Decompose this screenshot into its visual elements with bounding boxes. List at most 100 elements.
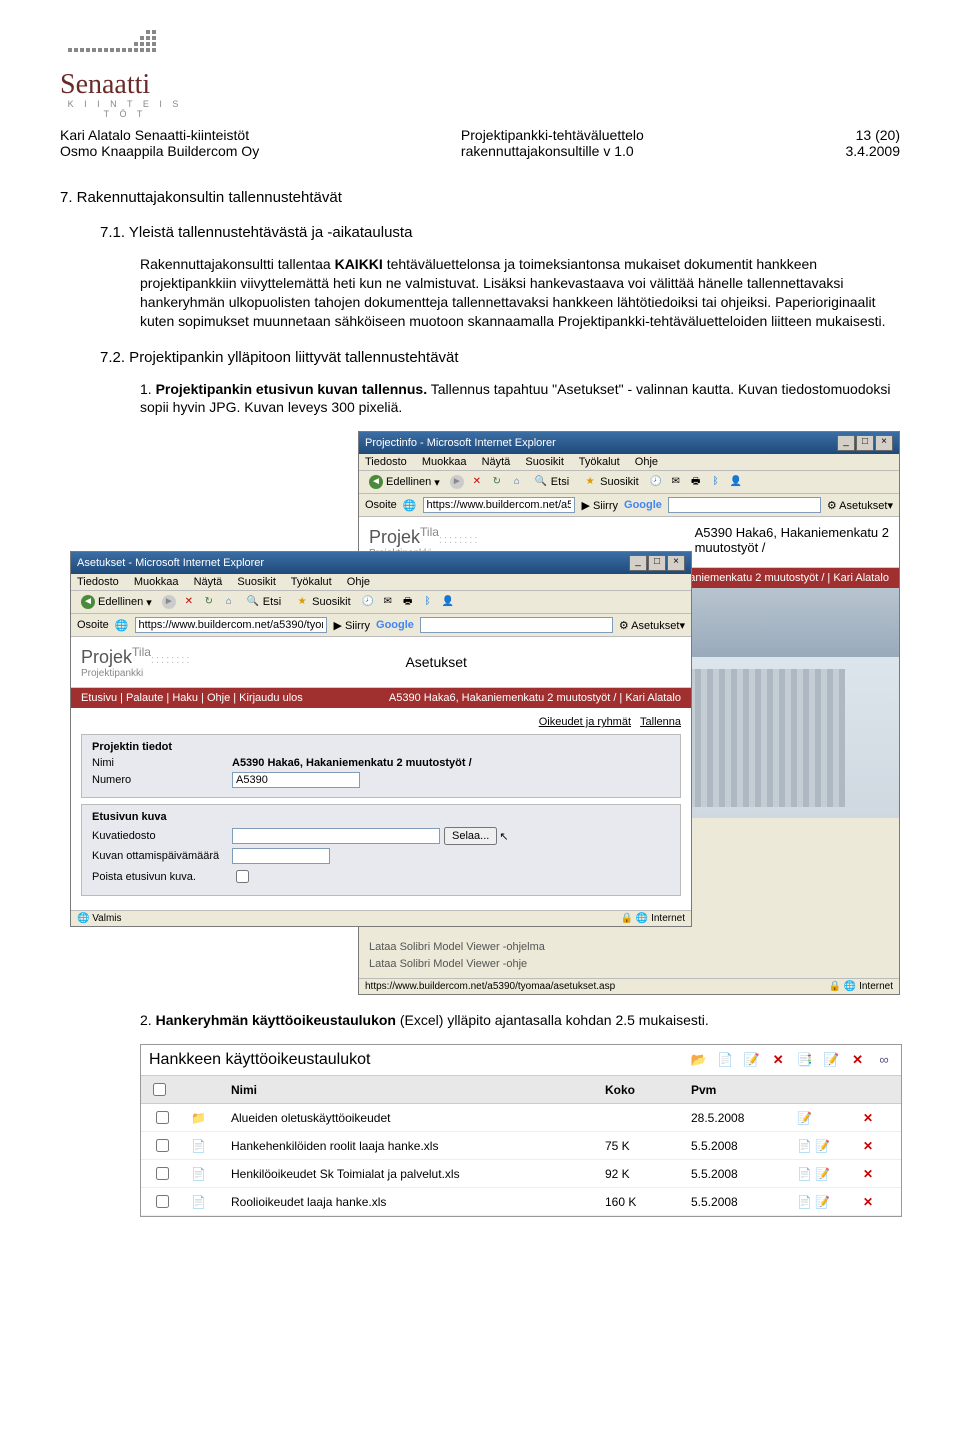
url-input[interactable] [135, 617, 328, 633]
minimize-icon[interactable]: _ [837, 435, 855, 451]
delete-row-icon[interactable]: ✕ [863, 1139, 873, 1153]
menu-edit[interactable]: Muokkaa [422, 456, 467, 468]
new-doc-icon[interactable]: 📄 [716, 1051, 734, 1069]
section-7-title: 7. Rakennuttajakonsultin tallennustehtäv… [60, 189, 900, 206]
file-name[interactable]: Henkilöoikeudet Sk Toimialat ja palvelut… [223, 1160, 597, 1188]
forward-icon[interactable]: ► [162, 595, 176, 609]
menu-tools[interactable]: Työkalut [579, 456, 620, 468]
file-name[interactable]: Alueiden oletuskäyttöoikeudet [223, 1104, 597, 1132]
nav-links[interactable]: Etusivu | Palaute | Haku | Ohje | Kirjau… [81, 692, 303, 704]
ie-page-icon: 🌐 [403, 499, 417, 512]
chk-poista[interactable] [236, 870, 249, 883]
edit-row-icon[interactable]: 📝 [815, 1139, 830, 1153]
menu-fav[interactable]: Suosikit [237, 576, 276, 588]
back-button[interactable]: ◄Edellinen ▾ [77, 594, 156, 610]
go-button[interactable]: ▶ Siirry [581, 499, 618, 512]
menu-tools[interactable]: Työkalut [291, 576, 332, 588]
maximize-icon[interactable]: □ [648, 555, 666, 571]
search-icon: 🔍 [246, 595, 260, 609]
google-input[interactable] [668, 497, 821, 513]
page-title: Asetukset [405, 654, 466, 670]
edit-icon[interactable]: 📝 [743, 1051, 761, 1069]
go-button[interactable]: ▶ Siirry [333, 619, 370, 632]
link-icon[interactable]: ∞ [875, 1051, 893, 1069]
project-sub: muutostyöt / [695, 540, 889, 555]
forward-icon[interactable]: ► [450, 475, 464, 489]
edit-row-icon[interactable]: 📝 [797, 1111, 812, 1125]
search-button[interactable]: 🔍Etsi [242, 594, 285, 610]
settings-dropdown[interactable]: ⚙ Asetukset▾ [827, 499, 893, 512]
home-icon[interactable]: ⌂ [510, 475, 524, 489]
history-icon[interactable]: 🕗 [649, 475, 663, 489]
rights-link[interactable]: Oikeudet ja ryhmät [539, 716, 631, 728]
input-numero[interactable] [232, 772, 360, 788]
home-icon[interactable]: ⌂ [222, 595, 236, 609]
mail-icon[interactable]: ✉ [669, 475, 683, 489]
print-icon[interactable]: 🖶 [689, 475, 703, 489]
menu-file[interactable]: Tiedosto [365, 456, 407, 468]
menu-help[interactable]: Ohje [347, 576, 370, 588]
input-kuvat[interactable] [232, 828, 440, 844]
file-name[interactable]: Roolioikeudet laaja hanke.xls [223, 1188, 597, 1216]
minimize-icon[interactable]: _ [629, 555, 647, 571]
menu-help[interactable]: Ohje [635, 456, 658, 468]
stop-icon[interactable]: ✕ [470, 475, 484, 489]
bluetooth-icon[interactable]: ᛒ [421, 595, 435, 609]
copy-icon[interactable]: 📑 [796, 1051, 814, 1069]
open-icon[interactable]: 📄 [797, 1139, 812, 1153]
menu-view[interactable]: Näytä [482, 456, 511, 468]
solibri-1[interactable]: Lataa Solibri Model Viewer -ohjelma [369, 939, 889, 956]
google-input[interactable] [420, 617, 613, 633]
print-icon[interactable]: 🖶 [401, 595, 415, 609]
edit-row-icon[interactable]: 📝 [815, 1195, 830, 1209]
delete-row-icon[interactable]: ✕ [863, 1167, 873, 1181]
menu-edit[interactable]: Muokkaa [134, 576, 179, 588]
stop-icon[interactable]: ✕ [182, 595, 196, 609]
settings-dropdown[interactable]: ⚙ Asetukset▾ [619, 619, 685, 632]
menu-fav[interactable]: Suosikit [525, 456, 564, 468]
messenger-icon[interactable]: 👤 [729, 475, 743, 489]
file-name[interactable]: Hankehenkilöiden roolit laaja hanke.xls [223, 1132, 597, 1160]
row-checkbox[interactable] [156, 1167, 169, 1180]
folder-open-icon[interactable]: 📂 [690, 1051, 708, 1069]
maximize-icon[interactable]: □ [856, 435, 874, 451]
save-link[interactable]: Tallenna [640, 716, 681, 728]
window-title: Projectinfo - Microsoft Internet Explore… [365, 437, 556, 449]
excel-title-text: Hankkeen käyttöoikeustaulukot [149, 1051, 370, 1069]
logo-subtext: K I I N T E I S T Ö T [60, 99, 190, 119]
lbl-numero: Numero [92, 774, 232, 786]
back-button[interactable]: ◄Edellinen ▾ [365, 474, 444, 490]
done-icon: 🌐 [77, 913, 89, 924]
refresh-icon[interactable]: ↻ [490, 475, 504, 489]
url-input[interactable] [423, 497, 576, 513]
messenger-icon[interactable]: 👤 [441, 595, 455, 609]
favorites-button[interactable]: ★Suosikit [291, 594, 355, 610]
th-nimi: Nimi [223, 1076, 597, 1104]
delete-icon[interactable]: ✕ [769, 1051, 787, 1069]
bluetooth-icon[interactable]: ᛒ [709, 475, 723, 489]
open-icon[interactable]: 📄 [797, 1195, 812, 1209]
close-icon[interactable]: × [875, 435, 893, 451]
chk-all[interactable] [153, 1083, 166, 1096]
refresh-icon[interactable]: ↻ [202, 595, 216, 609]
delete-row-icon[interactable]: ✕ [863, 1195, 873, 1209]
close-icon[interactable]: × [667, 555, 685, 571]
edit-row-icon[interactable]: 📝 [815, 1167, 830, 1181]
favorites-button[interactable]: ★Suosikit [579, 474, 643, 490]
row-checkbox[interactable] [156, 1195, 169, 1208]
input-pvm[interactable] [232, 848, 330, 864]
search-button[interactable]: 🔍Etsi [530, 474, 573, 490]
th-koko: Koko [597, 1076, 683, 1104]
edit2-icon[interactable]: 📝 [822, 1051, 840, 1069]
delete2-icon[interactable]: ✕ [849, 1051, 867, 1069]
delete-row-icon[interactable]: ✕ [863, 1111, 873, 1125]
history-icon[interactable]: 🕗 [361, 595, 375, 609]
solibri-2[interactable]: Lataa Solibri Model Viewer -ohje [369, 956, 889, 973]
menu-file[interactable]: Tiedosto [77, 576, 119, 588]
mail-icon[interactable]: ✉ [381, 595, 395, 609]
open-icon[interactable]: 📄 [797, 1167, 812, 1181]
row-checkbox[interactable] [156, 1111, 169, 1124]
menu-view[interactable]: Näytä [194, 576, 223, 588]
row-checkbox[interactable] [156, 1139, 169, 1152]
browse-button[interactable]: Selaa... [444, 827, 497, 845]
